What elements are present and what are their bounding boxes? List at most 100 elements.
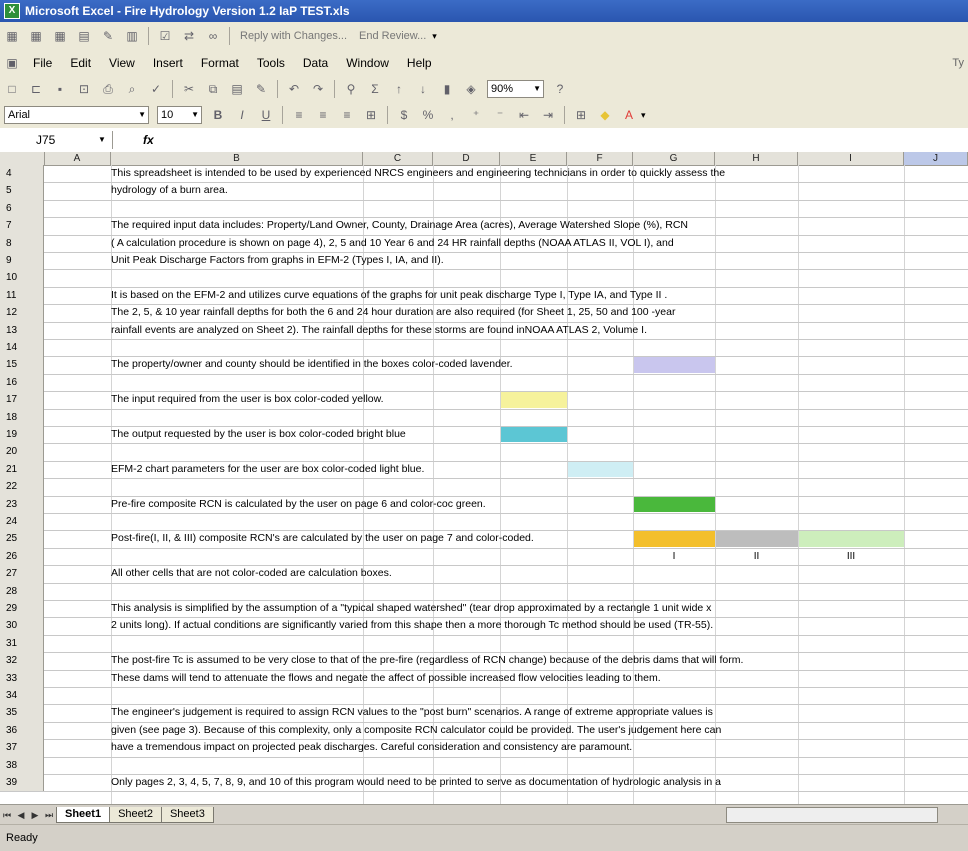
menu-tools[interactable]: Tools xyxy=(257,56,285,70)
table-row[interactable]: 7 The required input data includes: Prope… xyxy=(0,217,968,236)
first-sheet-icon[interactable]: ⏮ xyxy=(0,810,14,821)
print-icon[interactable]: ⎙ xyxy=(98,79,118,99)
copy-icon[interactable]: ⧉ xyxy=(203,79,223,99)
swatch-light-blue[interactable] xyxy=(568,461,633,478)
table-row[interactable]: 37 have a tremendous impact on projected … xyxy=(0,739,968,758)
row-header[interactable]: 38 xyxy=(0,756,44,774)
row-header[interactable]: 12 xyxy=(0,304,44,322)
row-header[interactable]: 14 xyxy=(0,339,44,357)
column-header-g[interactable]: G xyxy=(633,152,715,165)
insert-function-icon[interactable]: fx xyxy=(143,133,154,147)
row-header[interactable]: 28 xyxy=(0,582,44,600)
swatch-lavender[interactable] xyxy=(634,357,715,373)
review-icon-2[interactable]: ▦ xyxy=(26,26,46,46)
align-right-icon[interactable]: ≡ xyxy=(337,105,357,125)
table-row[interactable]: 21 EFM-2 chart parameters for the user ar… xyxy=(0,460,968,480)
table-row[interactable]: 28 xyxy=(0,582,968,601)
table-row[interactable]: 11 It is based on the EFM-2 and utilizes … xyxy=(0,286,968,306)
row-header[interactable]: 25 xyxy=(0,530,44,548)
row-header[interactable]: 37 xyxy=(0,739,44,757)
prev-sheet-icon[interactable]: ◀ xyxy=(14,810,28,821)
column-header-i[interactable]: I xyxy=(798,152,904,165)
excel-app-icon[interactable]: X xyxy=(4,3,20,19)
table-row[interactable]: 4 This spreadsheet is intended to be used… xyxy=(0,165,968,184)
next-sheet-icon[interactable]: ▶ xyxy=(28,810,42,821)
row-header[interactable]: 35 xyxy=(0,704,44,722)
row-header[interactable]: 32 xyxy=(0,652,44,670)
row-header[interactable]: 20 xyxy=(0,443,44,461)
row-header[interactable]: 5 xyxy=(0,182,44,200)
percent-icon[interactable]: % xyxy=(418,105,438,125)
row-header[interactable]: 30 xyxy=(0,617,44,635)
menu-data[interactable]: Data xyxy=(303,56,328,70)
row-header[interactable]: 13 xyxy=(0,321,44,339)
comma-icon[interactable]: , xyxy=(442,105,462,125)
reply-with-changes-button[interactable]: Reply with Changes... xyxy=(240,30,347,42)
swatch-light-green[interactable] xyxy=(799,531,904,547)
table-row[interactable]: 36 given (see page 3). Because of this co… xyxy=(0,721,968,741)
row-header[interactable]: 36 xyxy=(0,721,44,740)
column-header-a[interactable]: A xyxy=(44,152,111,165)
bold-icon[interactable]: B xyxy=(208,105,228,125)
zoom-select[interactable]: 90% ▼ xyxy=(487,80,544,98)
table-row[interactable]: 6 xyxy=(0,199,968,219)
toolbar-options-icon[interactable]: ▾ xyxy=(432,31,437,42)
italic-icon[interactable]: I xyxy=(232,105,252,125)
row-header[interactable]: 31 xyxy=(0,634,44,653)
swatch-orange[interactable] xyxy=(634,531,715,547)
table-row[interactable]: 32 The post-fire Tc is assumed to be very… xyxy=(0,652,968,671)
swatch-yellow[interactable] xyxy=(501,392,567,408)
review-icon-3[interactable]: ▦ xyxy=(50,26,70,46)
menu-insert[interactable]: Insert xyxy=(153,56,183,70)
row-header[interactable]: 21 xyxy=(0,460,44,479)
table-row[interactable]: 18 xyxy=(0,408,968,427)
table-row[interactable]: 31 xyxy=(0,634,968,654)
undo-icon[interactable]: ↶ xyxy=(284,79,304,99)
table-row[interactable]: 24 xyxy=(0,513,968,532)
row-header[interactable]: 15 xyxy=(0,356,44,374)
cut-icon[interactable]: ✂ xyxy=(179,79,199,99)
review-icon-5[interactable]: ✎ xyxy=(98,26,118,46)
table-row[interactable]: 22 xyxy=(0,478,968,497)
table-row[interactable]: 8 ( A calculation procedure is shown on p… xyxy=(0,234,968,253)
column-header-b[interactable]: B xyxy=(111,152,363,165)
review-icon-4[interactable]: ▤ xyxy=(74,26,94,46)
row-header[interactable]: 39 xyxy=(0,774,44,792)
font-color-icon[interactable]: A xyxy=(619,105,639,125)
paste-icon[interactable]: ▤ xyxy=(227,79,247,99)
formula-input[interactable] xyxy=(164,131,968,149)
font-size-select[interactable]: 10 ▼ xyxy=(157,106,202,124)
swatch-bright-blue[interactable] xyxy=(501,427,567,443)
row-header[interactable]: 34 xyxy=(0,687,44,705)
tab-sheet1[interactable]: Sheet1 xyxy=(56,807,111,823)
hyperlink-icon[interactable]: ⚲ xyxy=(341,79,361,99)
table-row[interactable]: 17 The input required from the user is bo… xyxy=(0,391,968,410)
table-row[interactable]: 13 rainfall events are analyzed on Sheet … xyxy=(0,321,968,340)
menu-edit[interactable]: Edit xyxy=(70,56,91,70)
align-left-icon[interactable]: ≡ xyxy=(289,105,309,125)
name-box[interactable]: J75 ▼ xyxy=(2,131,113,149)
row-header[interactable]: 33 xyxy=(0,669,44,687)
review-icon-6[interactable]: ▥ xyxy=(122,26,142,46)
table-row[interactable]: 15 The property/owner and county should b… xyxy=(0,356,968,375)
table-row[interactable]: 16 xyxy=(0,373,968,393)
column-header-e[interactable]: E xyxy=(500,152,567,165)
menu-help[interactable]: Help xyxy=(407,56,432,70)
decrease-indent-icon[interactable]: ⇤ xyxy=(514,105,534,125)
table-row[interactable]: 38 xyxy=(0,756,968,775)
align-center-icon[interactable]: ≡ xyxy=(313,105,333,125)
drawing-icon[interactable]: ◈ xyxy=(461,79,481,99)
share-icon[interactable]: ⇄ xyxy=(179,26,199,46)
tab-sheet2[interactable]: Sheet2 xyxy=(109,807,162,823)
toolbar-options-icon[interactable]: ▾ xyxy=(641,110,646,121)
track-changes-icon[interactable]: ☑ xyxy=(155,26,175,46)
row-header[interactable]: 19 xyxy=(0,426,44,444)
end-review-button[interactable]: End Review... xyxy=(359,30,426,42)
format-painter-icon[interactable]: ✎ xyxy=(251,79,271,99)
table-row[interactable]: 12 The 2, 5, & 10 year rainfall depths fo… xyxy=(0,304,968,323)
row-header[interactable]: 16 xyxy=(0,373,44,392)
table-row[interactable]: 29 This analysis is simplified by the ass… xyxy=(0,600,968,619)
column-header-h[interactable]: H xyxy=(715,152,798,165)
table-row[interactable]: 19 The output requested by the user is bo… xyxy=(0,426,968,445)
table-row[interactable]: 35 The engineer's judgement is required t… xyxy=(0,704,968,723)
